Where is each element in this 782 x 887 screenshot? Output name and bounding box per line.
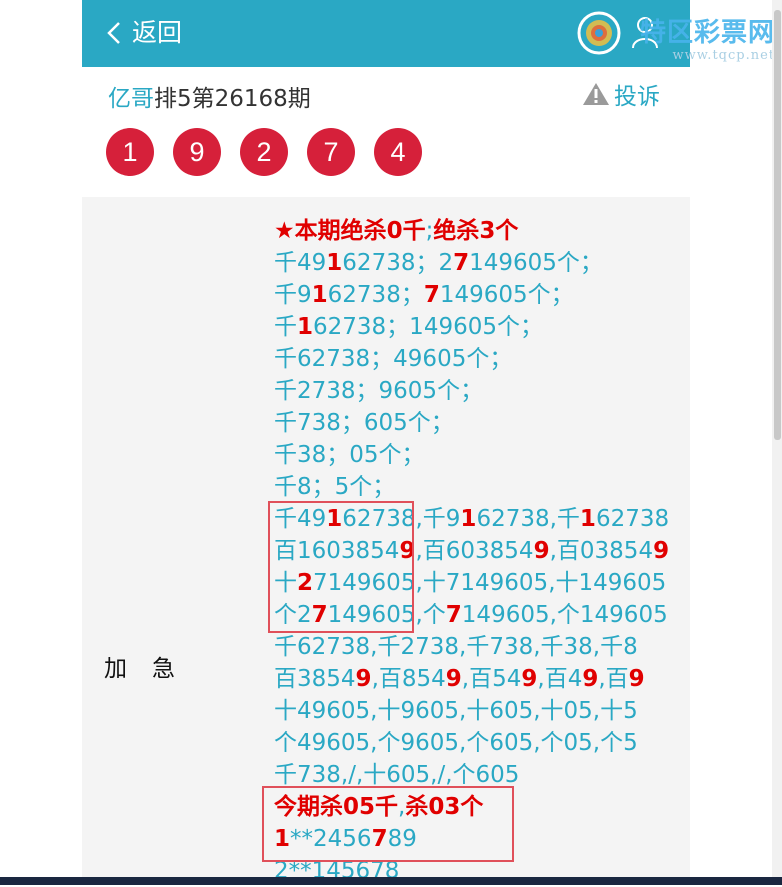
author-link[interactable]: 亿哥 (108, 86, 154, 112)
highlight-text: 9 (653, 538, 670, 564)
draw-numbers: 1 9 2 7 4 (106, 128, 441, 176)
warning-icon (583, 83, 609, 105)
highlight-text: 1 (297, 314, 314, 340)
line-text: 百3854 (274, 666, 356, 692)
highlight-box (268, 501, 414, 633)
line-text: 62738 (595, 506, 670, 532)
line-text: 千 (274, 314, 297, 340)
line-text: ,百03854 (549, 538, 654, 564)
highlight-text: 7 (453, 250, 470, 276)
prediction-line: 千62738；49605个； (274, 343, 684, 375)
post-header: 亿哥排5第26168期 投诉 1 9 2 7 4 (82, 67, 690, 197)
line-text: 千8；5个； (274, 474, 396, 500)
highlight-text: 1 (579, 506, 596, 532)
complain-label: 投诉 (614, 84, 660, 110)
scrollbar-thumb[interactable] (774, 10, 781, 440)
highlight-text: 1 (460, 506, 477, 532)
complain-button[interactable]: 投诉 (582, 77, 660, 111)
highlight-text: 1 (326, 250, 343, 276)
category-label: 加 急 (104, 656, 176, 682)
line-text: 个49605,个9605,个605,个05,个5 (274, 730, 638, 756)
highlight-text: 9 (521, 666, 538, 692)
issue-title: 排5第26168期 (154, 86, 311, 112)
highlight-text: 7 (445, 602, 462, 628)
prediction-line: 千38；05个； (274, 439, 684, 471)
highlight-text: 9 (533, 538, 550, 564)
back-button[interactable]: 返回 (104, 16, 182, 50)
line-text: 千62738,千2738,千738,千38,千8 (274, 634, 638, 660)
number-ball: 1 (106, 128, 154, 176)
prediction-line: 个49605,个9605,个605,个05,个5 (274, 727, 684, 759)
top-bar: 返回 (82, 0, 690, 67)
line-text: 千738；605个； (274, 410, 454, 436)
prediction-line: 千162738；149605个； (274, 311, 684, 343)
line-text: 千62738；49605个； (274, 346, 513, 372)
line-text: 千738,/,十605,/,个605 (274, 762, 520, 788)
line-text: 千2738；9605个； (274, 378, 484, 404)
line-text: 149605个； (469, 250, 603, 276)
highlight-text: 9 (445, 666, 462, 692)
line-text: 62738,千 (476, 506, 580, 532)
line-text: ,百854 (371, 666, 446, 692)
prediction-line: 千738；605个； (274, 407, 684, 439)
highlight-text: 9 (355, 666, 372, 692)
highlight-text: 1 (311, 282, 328, 308)
prediction-line: 千9162738；7149605个； (274, 279, 684, 311)
prediction-line: 百38549,百8549,百549,百49,百9 (274, 663, 684, 695)
highlight-text: 9 (582, 666, 599, 692)
back-label: 返回 (132, 18, 183, 47)
watermark: 特区彩票网 www.tqcp.net (640, 18, 775, 63)
prediction-line: 千8；5个； (274, 471, 684, 503)
chevron-left-icon (107, 22, 120, 44)
number-ball: 7 (307, 128, 355, 176)
post-title: 亿哥排5第26168期 (108, 79, 311, 113)
line-text: ,百54 (461, 666, 522, 692)
highlight-text: 7 (423, 282, 440, 308)
highlight-text: ★本期绝杀0千 (274, 218, 426, 244)
highlight-text: 绝杀3个 (433, 218, 519, 244)
watermark-title: 特区彩票网 (640, 18, 776, 48)
line-text: 千49 (274, 250, 327, 276)
line-text: ,百4 (537, 666, 583, 692)
number-ball: 2 (240, 128, 288, 176)
prediction-line: 十49605,十9605,十605,十05,十5 (274, 695, 684, 727)
number-ball: 9 (173, 128, 221, 176)
line-text: 千38；05个； (274, 442, 425, 468)
line-text: 十49605,十9605,十605,十05,十5 (274, 698, 638, 724)
highlight-text: 9 (628, 666, 645, 692)
prediction-line: 千49162738；27149605个； (274, 247, 684, 279)
line-text: 62738；149605个； (313, 314, 543, 340)
line-text: 149605,个149605 (461, 602, 668, 628)
site-logo-icon (577, 11, 621, 55)
prediction-line: ★本期绝杀0千;绝杀3个 (274, 215, 684, 247)
right-margin (690, 0, 782, 885)
number-ball: 4 (374, 128, 422, 176)
left-margin (0, 0, 82, 885)
prediction-line: 千2738；9605个； (274, 375, 684, 407)
prediction-line: 千62738,千2738,千738,千38,千8 (274, 631, 684, 663)
line-text: ,百603854 (415, 538, 534, 564)
line-text: 62738； (327, 282, 424, 308)
line-text: 149605个； (439, 282, 574, 308)
watermark-url: www.tqcp.net (672, 48, 776, 63)
taskbar-strip (0, 877, 782, 885)
line-text: 62738；2 (342, 250, 454, 276)
highlight-box (262, 786, 514, 862)
line-text: 千9 (274, 282, 312, 308)
line-text: ,百 (598, 666, 629, 692)
